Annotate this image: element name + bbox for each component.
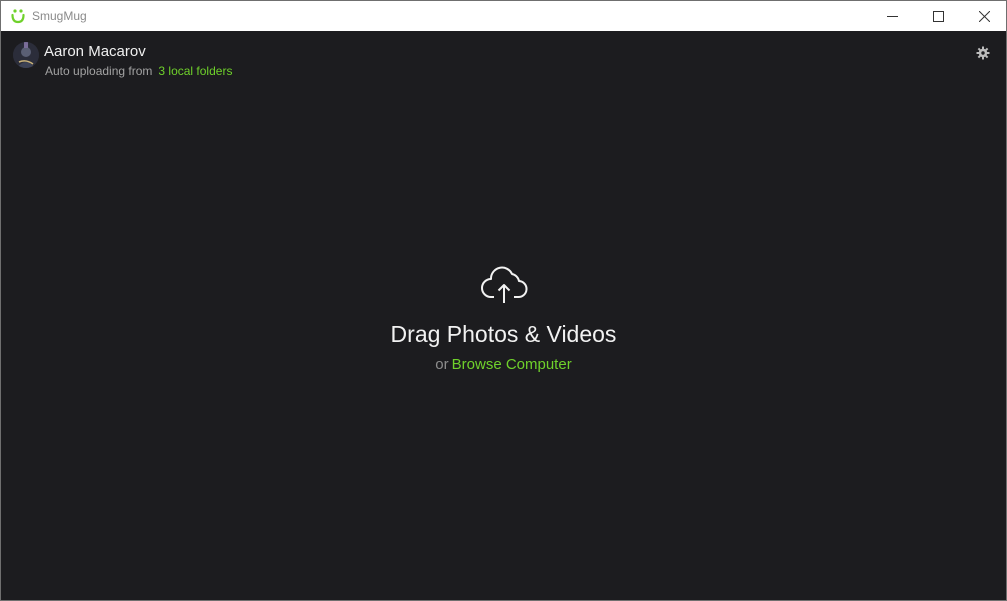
minimize-icon <box>886 15 898 17</box>
local-folders-link[interactable]: 3 local folders <box>158 64 232 78</box>
app-window: SmugMug Aaron Macarov Auto uploading fro… <box>0 0 1007 601</box>
drag-photos-title: Drag Photos & Videos <box>390 321 617 347</box>
drop-zone[interactable]: Drag Photos & Videos or Browse Computer <box>1 231 1006 411</box>
user-header: Aaron Macarov Auto uploading from 3 local… <box>1 31 1006 91</box>
user-name: Aaron Macarov <box>44 43 146 60</box>
status-text: Auto uploading from <box>45 64 153 78</box>
maximize-button[interactable] <box>915 1 961 31</box>
avatar-image <box>13 42 39 68</box>
or-text: or <box>435 356 449 373</box>
close-icon <box>978 10 990 22</box>
avatar[interactable] <box>13 42 39 68</box>
upload-status: Auto uploading from 3 local folders <box>45 64 232 78</box>
cloud-upload-icon <box>481 266 528 303</box>
gear-icon[interactable] <box>976 46 990 60</box>
smugmug-logo-icon <box>11 9 25 24</box>
window-title: SmugMug <box>32 9 87 23</box>
minimize-button[interactable] <box>869 1 915 31</box>
browse-line: or Browse Computer <box>1 356 1006 373</box>
title-bar[interactable]: SmugMug <box>1 1 1006 31</box>
main-content: Aaron Macarov Auto uploading from 3 local… <box>1 31 1006 600</box>
browse-computer-link[interactable]: Browse Computer <box>452 356 572 373</box>
maximize-icon <box>932 10 944 22</box>
close-button[interactable] <box>961 1 1006 31</box>
